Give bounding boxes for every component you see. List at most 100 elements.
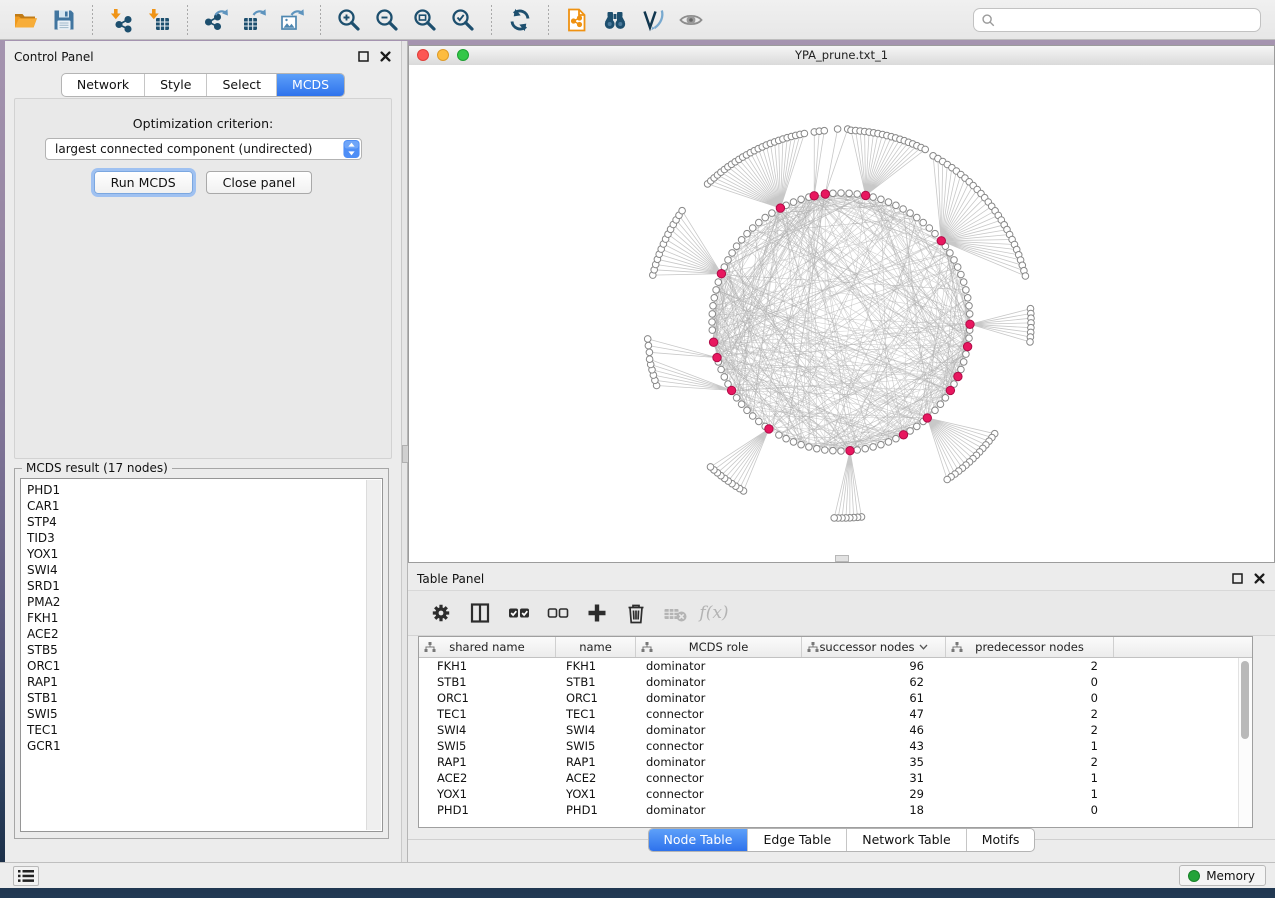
table-row[interactable]: RAP1RAP1dominator352 bbox=[419, 754, 1252, 770]
network-node[interactable] bbox=[709, 327, 716, 334]
network-node[interactable] bbox=[806, 444, 813, 451]
network-node[interactable] bbox=[885, 199, 892, 206]
network-hub-node[interactable] bbox=[765, 425, 773, 433]
result-scrollbar[interactable] bbox=[366, 480, 381, 830]
network-node[interactable] bbox=[862, 445, 869, 452]
network-hub-node[interactable] bbox=[713, 353, 721, 361]
zoom-in-icon[interactable] bbox=[335, 6, 363, 34]
zoom-out-icon[interactable] bbox=[373, 6, 401, 34]
table-row[interactable]: SWI5SWI5connector431 bbox=[419, 738, 1252, 754]
network-node[interactable] bbox=[947, 250, 954, 257]
add-column-icon[interactable] bbox=[584, 600, 610, 626]
network-node[interactable] bbox=[878, 441, 885, 448]
network-node[interactable] bbox=[1027, 339, 1034, 346]
network-node[interactable] bbox=[964, 295, 971, 302]
network-file-icon[interactable] bbox=[563, 6, 591, 34]
table-row[interactable]: SWI4SWI4dominator462 bbox=[419, 722, 1252, 738]
open-file-icon[interactable] bbox=[12, 6, 40, 34]
network-node[interactable] bbox=[814, 445, 821, 452]
network-hub-node[interactable] bbox=[966, 320, 974, 328]
network-node[interactable] bbox=[822, 447, 829, 454]
network-node[interactable] bbox=[798, 196, 805, 203]
result-node[interactable]: FKH1 bbox=[27, 610, 364, 626]
column-header-MCDS-role[interactable]: MCDS role bbox=[636, 637, 802, 657]
network-node[interactable] bbox=[801, 130, 808, 137]
network-node[interactable] bbox=[769, 210, 776, 217]
network-node[interactable] bbox=[749, 225, 756, 232]
network-node[interactable] bbox=[926, 225, 933, 232]
network-hub-node[interactable] bbox=[727, 386, 735, 394]
network-node[interactable] bbox=[838, 190, 845, 197]
table-tab-network-table[interactable]: Network Table bbox=[847, 829, 967, 851]
table-row[interactable]: FKH1FKH1dominator962 bbox=[419, 658, 1252, 674]
table-row[interactable]: ORC1ORC1dominator610 bbox=[419, 690, 1252, 706]
table-scrollbar[interactable] bbox=[1238, 658, 1252, 827]
network-hub-node[interactable] bbox=[709, 338, 717, 346]
network-node[interactable] bbox=[838, 448, 845, 455]
network-node[interactable] bbox=[790, 199, 797, 206]
network-node[interactable] bbox=[944, 476, 951, 483]
network-node[interactable] bbox=[885, 439, 892, 446]
network-hub-node[interactable] bbox=[899, 431, 907, 439]
network-node[interactable] bbox=[963, 287, 970, 294]
result-node[interactable]: RAP1 bbox=[27, 674, 364, 690]
network-node[interactable] bbox=[954, 264, 961, 271]
export-network-icon[interactable] bbox=[202, 6, 230, 34]
network-hub-node[interactable] bbox=[937, 237, 945, 245]
float-panel-icon[interactable] bbox=[357, 50, 370, 63]
result-node[interactable]: ACE2 bbox=[27, 626, 364, 642]
tab-select[interactable]: Select bbox=[207, 74, 277, 96]
result-node[interactable]: SWI4 bbox=[27, 562, 364, 578]
network-node[interactable] bbox=[846, 190, 853, 197]
network-node[interactable] bbox=[749, 413, 756, 420]
search-input[interactable] bbox=[996, 9, 1260, 31]
network-node[interactable] bbox=[798, 441, 805, 448]
network-node[interactable] bbox=[854, 447, 861, 454]
result-node[interactable]: ORC1 bbox=[27, 658, 364, 674]
memory-button[interactable]: Memory bbox=[1179, 865, 1266, 886]
network-node[interactable] bbox=[914, 214, 921, 221]
table-row[interactable]: STB1STB1dominator620 bbox=[419, 674, 1252, 690]
network-node[interactable] bbox=[713, 287, 720, 294]
result-node[interactable]: PHD1 bbox=[27, 482, 364, 498]
network-node[interactable] bbox=[744, 407, 751, 414]
tab-style[interactable]: Style bbox=[145, 74, 207, 96]
table-tab-node-table[interactable]: Node Table bbox=[649, 829, 749, 851]
network-node[interactable] bbox=[756, 219, 763, 226]
result-node[interactable]: PMA2 bbox=[27, 594, 364, 610]
zoom-fit-icon[interactable] bbox=[411, 6, 439, 34]
table-row[interactable]: PHD1PHD1dominator180 bbox=[419, 802, 1252, 818]
network-node[interactable] bbox=[709, 311, 716, 318]
network-node[interactable] bbox=[942, 395, 949, 402]
network-node[interactable] bbox=[776, 432, 783, 439]
network-node[interactable] bbox=[646, 349, 653, 356]
network-hub-node[interactable] bbox=[821, 190, 829, 198]
network-node[interactable] bbox=[790, 439, 797, 446]
network-node[interactable] bbox=[960, 359, 967, 366]
table-row[interactable]: YOX1YOX1connector291 bbox=[419, 786, 1252, 802]
column-header-predecessor-nodes[interactable]: predecessor nodes bbox=[946, 637, 1114, 657]
network-canvas-svg[interactable] bbox=[409, 65, 1274, 562]
network-node[interactable] bbox=[710, 303, 717, 310]
network-node[interactable] bbox=[958, 366, 965, 373]
network-node[interactable] bbox=[783, 435, 790, 442]
tab-mcds[interactable]: MCDS bbox=[277, 74, 344, 96]
network-node[interactable] bbox=[707, 464, 714, 471]
column-header-shared-name[interactable]: shared name bbox=[419, 637, 556, 657]
network-node[interactable] bbox=[914, 423, 921, 430]
panel-list-button[interactable] bbox=[13, 866, 39, 886]
network-node[interactable] bbox=[738, 237, 745, 244]
table-tab-edge-table[interactable]: Edge Table bbox=[748, 829, 847, 851]
column-header-name[interactable]: name bbox=[556, 637, 636, 657]
network-node[interactable] bbox=[709, 319, 716, 326]
result-node[interactable]: TID3 bbox=[27, 530, 364, 546]
search-binoculars-icon[interactable] bbox=[601, 6, 629, 34]
refresh-icon[interactable] bbox=[506, 6, 534, 34]
gear-icon[interactable] bbox=[428, 600, 454, 626]
network-canvas[interactable] bbox=[409, 65, 1274, 562]
import-table-icon[interactable] bbox=[145, 6, 173, 34]
table-tab-motifs[interactable]: Motifs bbox=[967, 829, 1035, 851]
network-node[interactable] bbox=[718, 366, 725, 373]
column-header-successor-nodes[interactable]: successor nodes bbox=[802, 637, 946, 657]
run-mcds-button[interactable]: Run MCDS bbox=[94, 171, 193, 194]
